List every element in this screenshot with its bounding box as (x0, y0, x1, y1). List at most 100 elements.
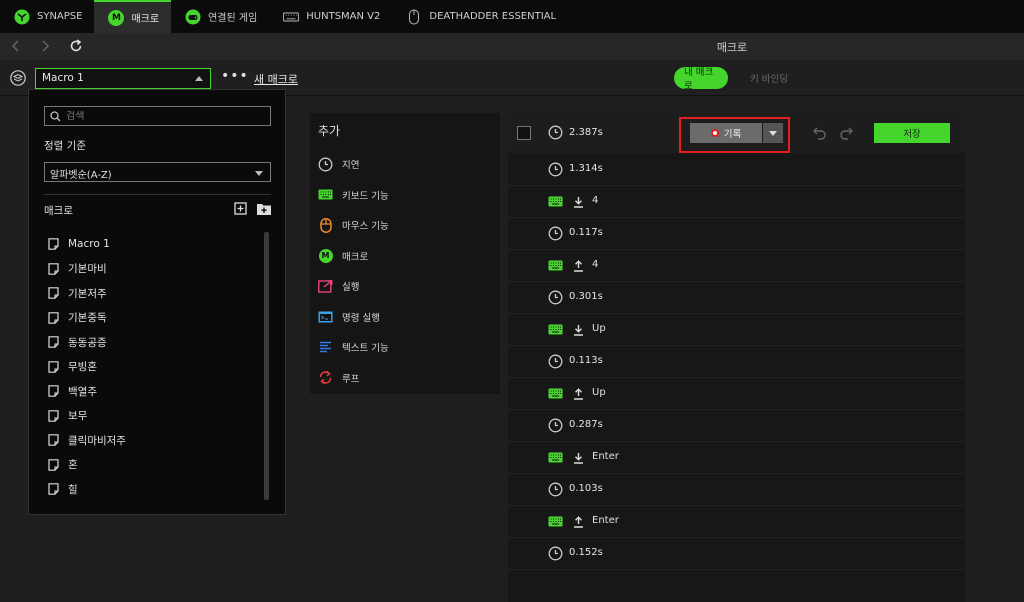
undo-icon[interactable] (812, 125, 828, 141)
add-item-label: 실행 (342, 282, 360, 294)
tab-my-macros[interactable]: 내 매크로 (674, 67, 728, 92)
add-mouse-item[interactable]: 마우스 기능 (318, 210, 389, 241)
mouse-icon (406, 9, 422, 25)
sort-select[interactable]: 알파벳순(A-Z) (44, 162, 271, 182)
delay-row[interactable]: 0.113s (508, 346, 965, 378)
add-panel-title: 추가 (318, 124, 341, 138)
loop-icon (318, 370, 333, 385)
tab-huntsman-v2[interactable]: HUNTSMAN V2 (269, 0, 392, 33)
record-button[interactable]: 기록 (690, 123, 762, 143)
more-options-button[interactable]: ••• (221, 69, 249, 83)
macro-list-item[interactable]: 백열주 (48, 379, 258, 404)
macro-list-item-label: 동동공증 (68, 336, 107, 349)
macro-file-icon (48, 385, 59, 398)
device-tab-bar: SYNAPSE M 매크로 연결된 게임 HUNTSMAN V2 DEATHAD… (0, 0, 1024, 33)
clock-icon (548, 290, 563, 305)
macro-list-item[interactable]: Macro 1 (48, 232, 258, 257)
macro-search-box[interactable] (44, 106, 271, 126)
layers-icon[interactable] (10, 70, 26, 86)
add-loop-item[interactable]: 루프 (318, 363, 389, 394)
delay-value: 0.117s (569, 227, 603, 238)
key-press-icon (572, 194, 584, 209)
save-button[interactable]: 저장 (874, 123, 950, 143)
new-macro-link[interactable]: 새 매크로 (254, 71, 298, 87)
first-delay-text[interactable]: 2.387s (569, 127, 603, 138)
macro-list-item[interactable]: 기본마비 (48, 257, 258, 282)
delay-row[interactable]: 0.287s (508, 410, 965, 442)
clock-icon (548, 546, 563, 561)
add-folder-icon[interactable] (256, 202, 272, 216)
mouse-icon (318, 217, 333, 233)
add-text-item[interactable]: 텍스트 기능 (318, 332, 389, 363)
macro-sequence-panel: 2.387s 기록 저장 1.314s 4 0.117s 4 0.301s Up 0.113… (508, 113, 965, 602)
tab-key-binding[interactable]: 키 바인딩 (740, 67, 798, 89)
tab-label: HUNTSMAN V2 (306, 11, 381, 22)
chevron-down-icon (769, 130, 777, 136)
add-item-label: 키보드 기능 (342, 190, 389, 202)
tab-label: SYNAPSE (37, 11, 83, 22)
add-keyboard-item[interactable]: 키보드 기능 (318, 180, 389, 211)
delay-row[interactable]: 0.301s (508, 282, 965, 314)
add-delay-item[interactable]: 지연 (318, 149, 389, 180)
keystroke-row[interactable]: Enter (508, 442, 965, 474)
key-value: 4 (592, 259, 599, 270)
add-launch-item[interactable]: 실행 (318, 271, 389, 302)
record-options-dropdown[interactable] (763, 123, 783, 143)
delay-value: 1.314s (569, 163, 603, 174)
macro-select-value: Macro 1 (42, 72, 84, 84)
tab-macro[interactable]: M 매크로 (94, 0, 172, 33)
tab-connected-games[interactable]: 연결된 게임 (171, 0, 269, 33)
tab-synapse[interactable]: SYNAPSE (0, 0, 94, 33)
macro-list-item[interactable]: 기본저주 (48, 281, 258, 306)
redo-icon[interactable] (838, 125, 854, 141)
delay-row[interactable]: 1.314s (508, 154, 965, 186)
keyboard-icon (548, 322, 563, 337)
key-release-icon (572, 258, 584, 273)
macro-list-item-label: 기본마비 (68, 263, 107, 276)
delay-row[interactable]: 0.152s (508, 538, 965, 570)
chevron-down-icon (255, 171, 263, 176)
macro-select-dropdown[interactable]: Macro 1 (35, 68, 211, 89)
search-input[interactable] (66, 110, 256, 122)
macro-list-item[interactable]: 힐 (48, 477, 258, 502)
navigation-bar: 매크로 (0, 33, 1024, 60)
gamepad-icon (185, 9, 201, 25)
sequence-header: 2.387s 기록 저장 (508, 113, 965, 153)
delay-row[interactable]: 0.117s (508, 218, 965, 250)
synapse-icon (14, 9, 30, 25)
keystroke-row[interactable]: 4 (508, 186, 965, 218)
clock-icon (548, 162, 563, 177)
record-dot-icon (710, 129, 719, 137)
add-macro-icon[interactable] (234, 202, 248, 216)
keyboard-icon (548, 386, 563, 401)
add-macro-item[interactable]: M 매크로 (318, 241, 389, 272)
macro-list-scrollbar[interactable] (264, 232, 269, 500)
macro-list-item[interactable]: 보무 (48, 404, 258, 429)
clock-icon (548, 354, 563, 369)
select-all-checkbox[interactable] (517, 126, 531, 140)
keystroke-row[interactable]: Enter (508, 506, 965, 538)
divider (44, 194, 271, 195)
macro-list-item[interactable]: 클릭마비저주 (48, 428, 258, 453)
macro-list-item[interactable]: 기본중독 (48, 306, 258, 331)
tab-deathadder-essential[interactable]: DEATHADDER ESSENTIAL (392, 0, 568, 33)
clock-icon (548, 482, 563, 497)
macro-list-item[interactable]: 동동공증 (48, 330, 258, 355)
macro-file-icon (48, 311, 59, 324)
tab-label: DEATHADDER ESSENTIAL (429, 11, 557, 22)
keystroke-row[interactable]: Up (508, 378, 965, 410)
keyboard-icon (548, 194, 563, 209)
keystroke-row[interactable]: Up (508, 314, 965, 346)
delay-row[interactable]: 0.103s (508, 474, 965, 506)
macro-list-item[interactable]: 무빙혼 (48, 355, 258, 380)
macro-list: Macro 1 기본마비기본저주 기본중독동동공증무빙혼 백열주 보무 클릭마비저주 혼 힐 (48, 232, 258, 502)
sort-label: 정렬 기준 (44, 140, 86, 152)
key-release-icon (572, 514, 584, 529)
macro-list-item[interactable]: 혼 (48, 453, 258, 478)
key-value: Up (592, 323, 606, 334)
keystroke-row[interactable]: 4 (508, 250, 965, 282)
macro-list-dropdown: 정렬 기준 알파벳순(A-Z) 매크로 Macro 1 기본마비기본저주기본중독동… (28, 89, 286, 515)
add-command-item[interactable]: 명령 실행 (318, 302, 389, 333)
add-item-label: 텍스트 기능 (342, 343, 389, 355)
add-item-label: 지연 (342, 160, 360, 172)
